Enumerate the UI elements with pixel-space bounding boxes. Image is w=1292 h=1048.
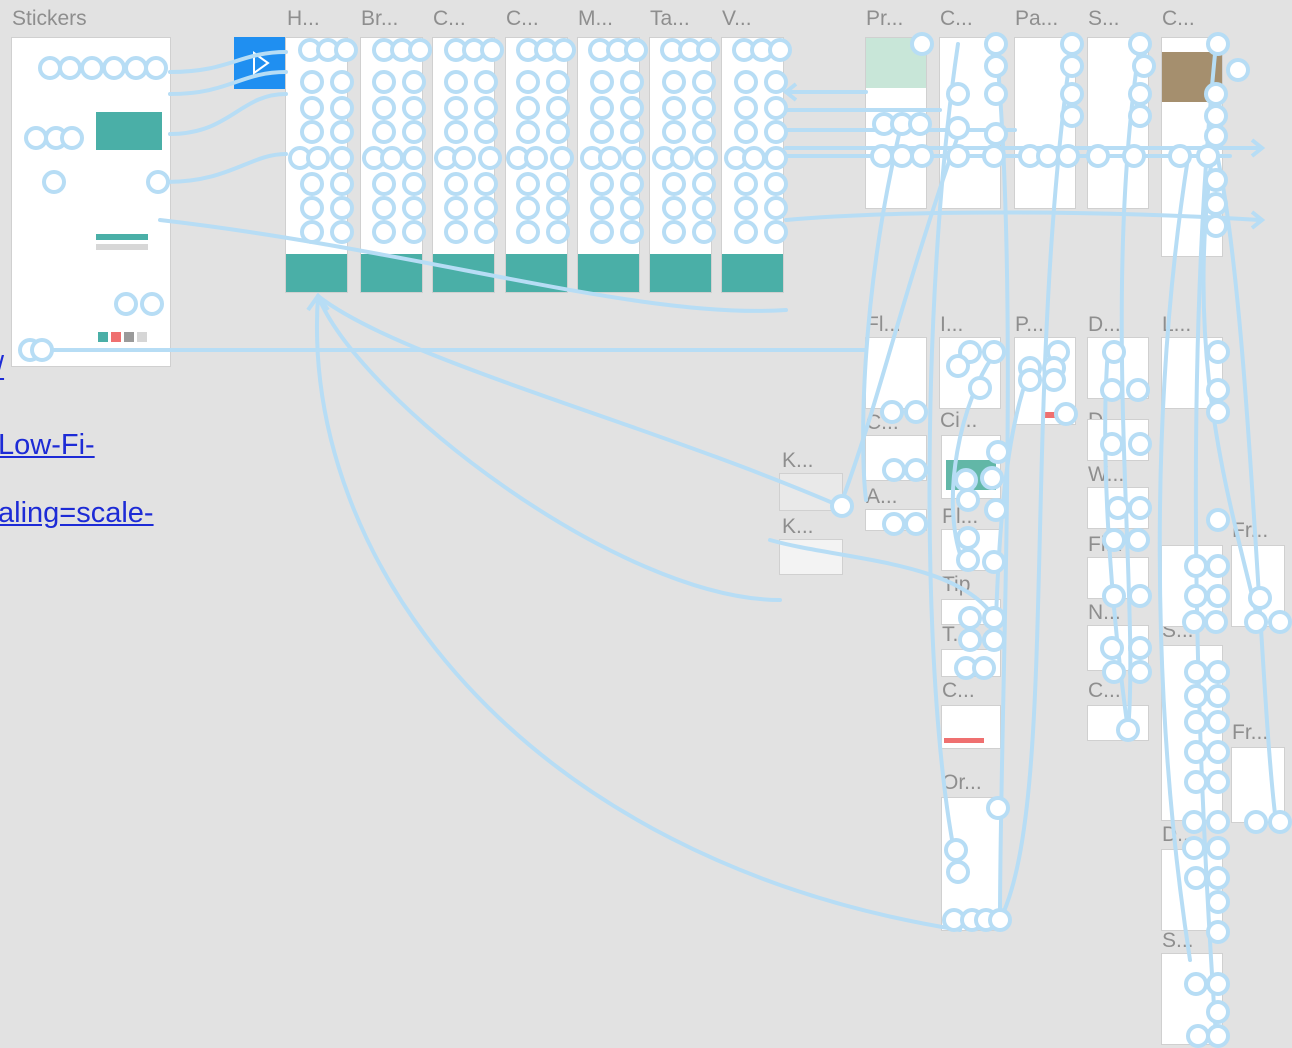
connector: [168, 92, 288, 136]
connector: [168, 50, 288, 74]
connector: [998, 42, 1074, 922]
connector: [838, 128, 962, 508]
connector: [927, 42, 960, 872]
connector: [158, 218, 788, 313]
connector: [316, 294, 782, 602]
connector: [168, 70, 288, 96]
connector: [784, 210, 1262, 222]
prototype-canvas[interactable]: Stickers H... Br... C... C... M... Ta...…: [0, 0, 1292, 1048]
hotspot-group: [18, 32, 1292, 1048]
prototype-connectors: [18, 32, 1292, 1048]
connector: [164, 152, 288, 184]
connector: [861, 128, 902, 502]
connector: [994, 368, 1032, 622]
